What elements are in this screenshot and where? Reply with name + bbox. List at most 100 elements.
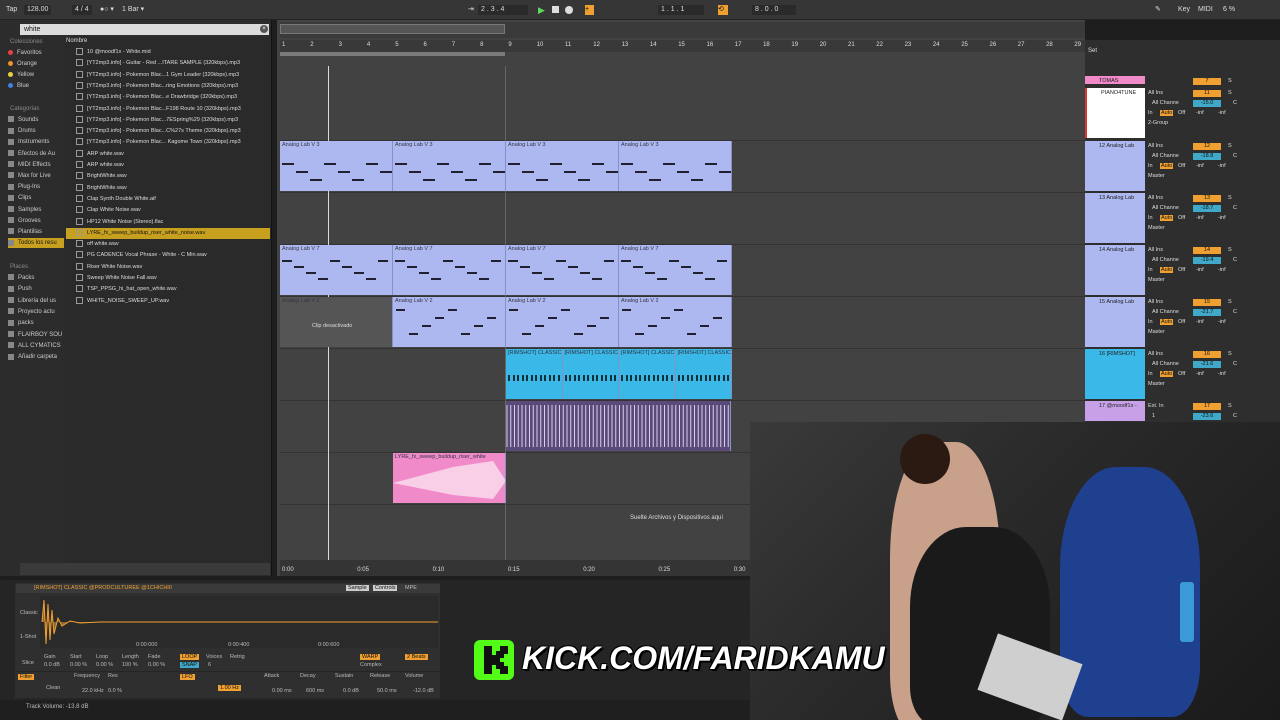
file-row[interactable]: BrightWhite.wav xyxy=(66,171,270,182)
loop-brace[interactable] xyxy=(280,52,505,56)
monitor-auto[interactable]: Auto xyxy=(1160,319,1174,325)
solo-button[interactable]: S xyxy=(1228,90,1232,96)
output-select[interactable]: Master xyxy=(1148,173,1165,179)
place-item[interactable]: Packs xyxy=(8,273,64,283)
clip[interactable]: Analog Lab V 2 xyxy=(619,297,732,347)
frequency-value[interactable]: 22.0 kHz xyxy=(82,688,104,694)
signature-field[interactable]: 4 / 4 xyxy=(72,5,92,15)
clip[interactable]: Analog Lab V 3 xyxy=(280,141,393,191)
track-number[interactable]: 14 xyxy=(1193,247,1221,254)
pan-field[interactable]: C xyxy=(1233,361,1237,367)
clip[interactable]: [RIMSHOT] CLASSIC xyxy=(506,349,563,399)
filter-toggle[interactable]: Filter xyxy=(18,674,35,680)
category-item[interactable]: Grooves xyxy=(8,216,64,226)
category-item[interactable]: Plug-Ins xyxy=(8,182,64,192)
monitor-in[interactable]: In xyxy=(1148,371,1153,377)
file-row[interactable]: HP12 White Noise (Stereo).flac xyxy=(66,217,270,228)
monitor-off[interactable]: Off xyxy=(1178,371,1185,377)
file-row[interactable]: [YT2mp3.info] - Pokemon Blac...C%27s The… xyxy=(66,126,270,137)
audio-clip[interactable] xyxy=(506,401,731,451)
volume-field[interactable]: -19.4 xyxy=(1193,257,1221,264)
output-select[interactable]: Master xyxy=(1148,277,1165,283)
clip[interactable]: [RIMSHOT] CLASSIC xyxy=(562,349,619,399)
stop-icon[interactable] xyxy=(552,6,559,13)
tab-controls[interactable]: Controls xyxy=(373,585,398,591)
output-select[interactable]: Master xyxy=(1148,381,1165,387)
clip[interactable]: Analog Lab V 3 xyxy=(506,141,619,191)
track-header[interactable]: 14 Analog Lab xyxy=(1085,245,1145,295)
clip[interactable]: [RIMSHOT] CLASSIC xyxy=(675,349,732,399)
monitor-auto[interactable]: Auto xyxy=(1160,163,1174,169)
input-select[interactable]: All Ins xyxy=(1148,247,1163,253)
record-icon[interactable] xyxy=(565,6,573,14)
channel-select[interactable]: All Channe xyxy=(1152,361,1179,367)
param-value[interactable]: 0.00 % xyxy=(70,662,87,668)
lfo-rate[interactable]: 1.00 Hz xyxy=(218,685,241,691)
file-row[interactable]: [YT2mp3.info] - Pokemon Blac...7ESpring%… xyxy=(66,115,270,126)
monitor-in[interactable]: In xyxy=(1148,267,1153,273)
clip[interactable]: Analog Lab V 3 xyxy=(393,141,506,191)
pan-field[interactable]: C xyxy=(1233,205,1237,211)
sample-waveform[interactable] xyxy=(40,596,438,648)
clip[interactable]: Analog Lab V 2 Clip desactivado xyxy=(280,297,393,347)
place-item[interactable]: Proyecto actu xyxy=(8,307,64,317)
volume-field[interactable]: -23.6 xyxy=(1193,413,1221,420)
input-select[interactable]: All Ins xyxy=(1148,195,1163,201)
monitor-auto[interactable]: Auto xyxy=(1160,371,1174,377)
track-number[interactable]: 15 xyxy=(1193,299,1221,306)
monitor-off[interactable]: Off xyxy=(1178,267,1185,273)
file-row[interactable]: BrightWhite.wav xyxy=(66,183,270,194)
pan-field[interactable]: C xyxy=(1233,100,1237,106)
pan-field[interactable]: C xyxy=(1233,413,1237,419)
place-item[interactable]: FLAIRBOY SOU xyxy=(8,330,64,340)
category-item[interactable]: Plantillas xyxy=(8,227,64,237)
collection-item[interactable]: Favoritos xyxy=(8,48,64,58)
file-row[interactable]: ARP white.wav xyxy=(66,160,270,171)
volume-field[interactable]: -15.0 xyxy=(1193,100,1221,107)
overview-bar[interactable] xyxy=(280,22,1085,38)
mode-oneshot[interactable]: 1-Shot xyxy=(20,634,36,640)
solo-button[interactable]: S xyxy=(1228,403,1232,409)
clip[interactable]: Analog Lab V 2 xyxy=(506,297,619,347)
loop-icon[interactable]: ⟲ xyxy=(718,5,728,15)
place-item[interactable]: packs xyxy=(8,318,64,328)
tab-sample[interactable]: Sample xyxy=(346,585,369,591)
clip[interactable]: Analog Lab V 7 xyxy=(280,245,393,295)
follow-icon[interactable]: ⇥ xyxy=(468,5,474,15)
track-number[interactable]: 12 xyxy=(1193,143,1221,150)
channel-select[interactable]: All Channe xyxy=(1152,257,1179,263)
channel-select[interactable]: All Channe xyxy=(1152,205,1179,211)
beats-field[interactable]: 2 Beats xyxy=(405,654,428,660)
param-value[interactable]: 100 % xyxy=(122,662,138,668)
solo-button[interactable]: S xyxy=(1228,299,1232,305)
monitor-in[interactable]: In xyxy=(1148,215,1153,221)
file-row[interactable]: Riser White Noise.wav xyxy=(66,262,270,273)
input-select[interactable]: All Ins xyxy=(1148,351,1163,357)
monitor-off[interactable]: Off xyxy=(1178,215,1185,221)
clip[interactable]: Analog Lab V 7 xyxy=(393,245,506,295)
track-number[interactable]: 7 xyxy=(1193,78,1221,85)
category-item[interactable]: Samples xyxy=(8,205,64,215)
file-row[interactable]: [YT2mp3.info] - Pokemon Blac...ring Emot… xyxy=(66,81,270,92)
decay-value[interactable]: 600 ms xyxy=(306,688,324,694)
param-value[interactable]: 0.00 % xyxy=(96,662,113,668)
loop-toggle[interactable]: LOOP xyxy=(180,654,200,660)
category-item[interactable]: Sounds xyxy=(8,115,64,125)
mode-slice[interactable]: Slice xyxy=(22,660,34,666)
clip[interactable]: Analog Lab V 7 xyxy=(506,245,619,295)
file-row[interactable]: TSP_PPSG_hi_hat_open_white.wav xyxy=(66,284,270,295)
tab-mpe[interactable]: MPE xyxy=(405,585,417,591)
clip[interactable]: LYRE_fx_sweep_buildup_riser_white xyxy=(393,453,506,503)
position-field[interactable]: 2 . 3 . 4 xyxy=(478,5,528,15)
track-number[interactable]: 17 xyxy=(1193,403,1221,410)
input-select[interactable]: All Ins xyxy=(1148,299,1163,305)
channel-select[interactable]: All Channe xyxy=(1152,309,1179,315)
key-button[interactable]: Key xyxy=(1178,5,1190,15)
category-item[interactable]: Instruments xyxy=(8,137,64,147)
file-row[interactable]: [YT2mp3.info] - Pokemon Blac... Kagome T… xyxy=(66,137,270,148)
volume-field[interactable]: -21.6 xyxy=(1193,361,1221,368)
volume-field[interactable]: -18.7 xyxy=(1193,205,1221,212)
place-item[interactable]: Librería del us xyxy=(8,296,64,306)
clip[interactable]: [RIMSHOT] CLASSIC xyxy=(619,349,676,399)
category-item[interactable]: Drums xyxy=(8,126,64,136)
